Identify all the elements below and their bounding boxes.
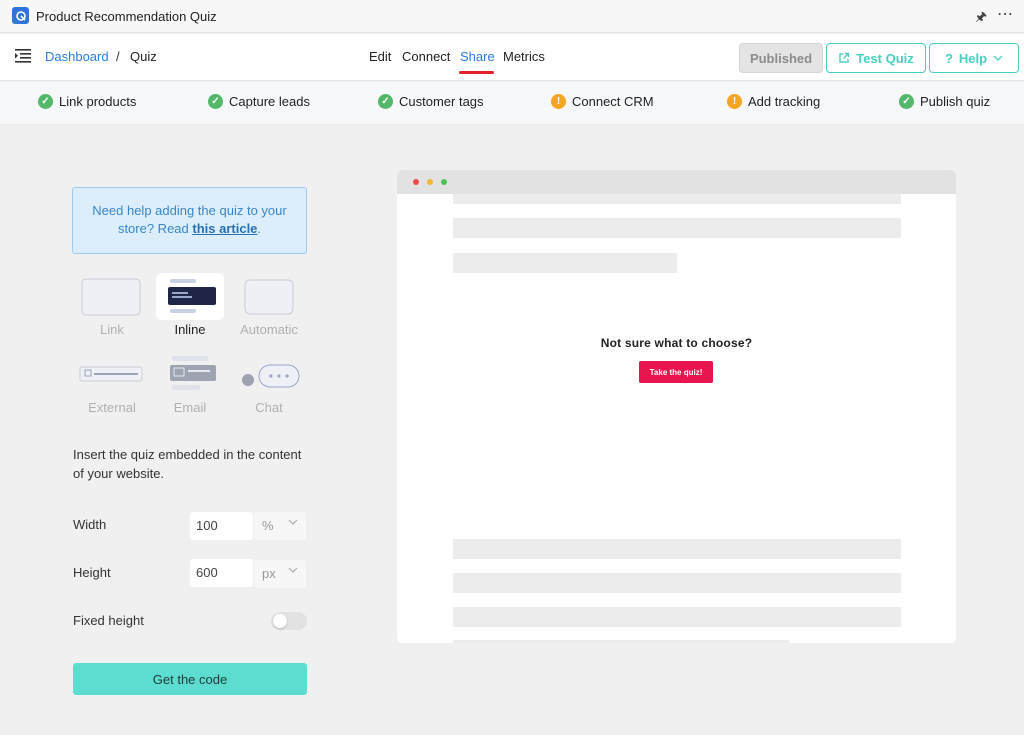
width-unit-select[interactable]: %: [254, 512, 306, 540]
toggle-knob: [273, 614, 287, 628]
minimize-dot-icon: [427, 179, 433, 185]
checklist-label: Customer tags: [399, 94, 484, 109]
checklist-label: Link products: [59, 94, 137, 109]
test-quiz-button[interactable]: Test Quiz: [826, 43, 926, 73]
breadcrumb-separator: /: [116, 49, 120, 64]
embed-type-label: Automatic: [240, 322, 298, 337]
embed-type-label: Chat: [255, 400, 283, 415]
preview-browser-bar: [397, 170, 956, 194]
embed-type-external[interactable]: [77, 350, 145, 397]
help-label: Help: [958, 50, 988, 66]
link-embed-icon: [81, 278, 141, 315]
width-label: Width: [73, 517, 107, 532]
fixed-height-label: Fixed height: [73, 613, 144, 628]
app-logo-icon: [12, 7, 29, 24]
chevron-down-icon: [993, 55, 1003, 61]
more-options-icon[interactable]: ⋯: [997, 4, 1014, 24]
height-input[interactable]: 600: [190, 559, 253, 587]
checklist-item-connect-crm[interactable]: ! Connect CRM: [551, 94, 654, 109]
maximize-dot-icon: [441, 179, 447, 185]
check-icon: ✓: [38, 94, 53, 109]
collapse-menu-icon[interactable]: [15, 49, 31, 63]
help-article-link[interactable]: this article: [192, 221, 257, 236]
placeholder-line: [453, 573, 901, 593]
embed-type-label: Link: [100, 322, 124, 337]
close-dot-icon: [413, 179, 419, 185]
active-tab-indicator: [459, 71, 494, 74]
placeholder-line: [453, 539, 901, 559]
automatic-embed-icon: [244, 279, 294, 314]
check-icon: ✓: [899, 94, 914, 109]
window-title: Product Recommendation Quiz: [36, 9, 217, 24]
embed-type-label: External: [88, 400, 136, 415]
external-link-icon: [839, 52, 850, 63]
help-notice-suffix: .: [257, 221, 262, 236]
embed-type-automatic[interactable]: [235, 273, 303, 320]
tab-metrics[interactable]: Metrics: [503, 49, 545, 64]
email-embed-icon: [170, 355, 216, 390]
chevron-down-icon: [288, 519, 298, 525]
checklist-label: Capture leads: [229, 94, 310, 109]
checklist-item-capture-leads[interactable]: ✓ Capture leads: [208, 94, 310, 109]
height-unit-value: px: [262, 566, 276, 581]
check-icon: ✓: [378, 94, 393, 109]
embed-type-inline[interactable]: [156, 273, 224, 320]
width-input[interactable]: 100: [190, 512, 253, 540]
checklist-item-add-tracking[interactable]: ! Add tracking: [727, 94, 820, 109]
inline-embed-icon: [168, 278, 216, 313]
external-embed-icon: [79, 366, 143, 381]
help-button[interactable]: ? Help: [929, 43, 1019, 73]
quiz-preview: Not sure what to choose? Take the quiz!: [397, 170, 956, 643]
header: Dashboard / Quiz Edit Connect Share Metr…: [0, 34, 1024, 81]
placeholder-line: [453, 607, 901, 627]
height-unit-select[interactable]: px: [254, 560, 306, 588]
question-icon: ?: [944, 50, 953, 66]
chat-embed-icon: [242, 364, 300, 387]
preview-question: Not sure what to choose?: [600, 336, 753, 350]
embed-type-link[interactable]: [77, 273, 145, 320]
embed-type-email[interactable]: [156, 350, 224, 397]
embed-type-label: Email: [173, 400, 207, 415]
width-unit-value: %: [262, 518, 274, 533]
take-quiz-button[interactable]: Take the quiz!: [639, 361, 713, 383]
tab-edit[interactable]: Edit: [369, 49, 391, 64]
tab-connect[interactable]: Connect: [402, 49, 450, 64]
placeholder-line: [453, 194, 901, 204]
breadcrumb-current: Quiz: [130, 49, 157, 64]
test-quiz-label: Test Quiz: [856, 50, 914, 66]
checklist-label: Publish quiz: [920, 94, 991, 109]
embed-type-chat[interactable]: [235, 350, 303, 397]
published-button[interactable]: Published: [739, 43, 823, 73]
checklist-label: Connect CRM: [572, 94, 654, 109]
setup-checklist: ✓ Link products ✓ Capture leads ✓ Custom…: [0, 82, 1024, 125]
checklist-label: Add tracking: [748, 94, 821, 109]
help-notice: Need help adding the quiz to your store?…: [72, 187, 307, 254]
title-bar: Product Recommendation Quiz 🖈 ⋯: [0, 0, 1024, 33]
embed-type-label: Inline: [174, 322, 206, 337]
get-code-label: Get the code: [152, 671, 228, 687]
breadcrumb-dashboard-link[interactable]: Dashboard: [45, 49, 109, 64]
placeholder-line: [453, 218, 901, 238]
checklist-item-link-products[interactable]: ✓ Link products: [38, 94, 136, 109]
placeholder-line: [453, 640, 789, 643]
get-code-button[interactable]: Get the code: [73, 663, 307, 695]
checklist-item-customer-tags[interactable]: ✓ Customer tags: [378, 94, 484, 109]
placeholder-line: [453, 253, 677, 273]
embed-description: Insert the quiz embedded in the content …: [73, 447, 302, 481]
warning-icon: !: [727, 94, 742, 109]
check-icon: ✓: [208, 94, 223, 109]
height-label: Height: [73, 565, 111, 580]
pin-icon[interactable]: 🖈: [975, 8, 987, 30]
checklist-item-publish-quiz[interactable]: ✓ Publish quiz: [899, 94, 990, 109]
tab-share[interactable]: Share: [460, 49, 495, 64]
warning-icon: !: [551, 94, 566, 109]
chevron-down-icon: [288, 567, 298, 573]
published-label: Published: [749, 50, 813, 66]
fixed-height-toggle[interactable]: [271, 612, 307, 630]
